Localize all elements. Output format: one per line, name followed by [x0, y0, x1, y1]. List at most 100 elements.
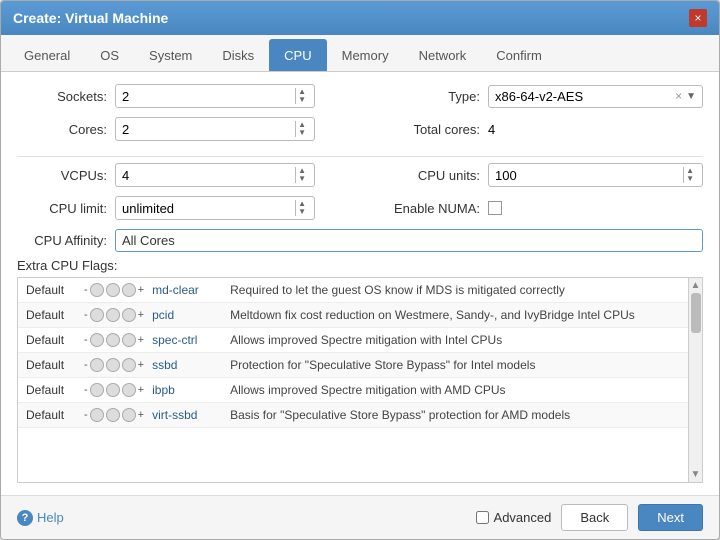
flag-toggle-3[interactable]: - + — [84, 358, 144, 372]
flag-mid-0[interactable] — [106, 283, 120, 297]
tab-network[interactable]: Network — [404, 39, 482, 71]
enable-numa-checkbox[interactable] — [488, 201, 502, 215]
flag-minus-0[interactable]: - — [84, 284, 88, 296]
help-icon: ? — [17, 510, 33, 526]
sockets-down[interactable]: ▼ — [298, 96, 306, 104]
sockets-field[interactable] — [122, 89, 295, 104]
sockets-input[interactable]: ▲ ▼ — [115, 84, 315, 108]
scroll-up-icon[interactable]: ▲ — [691, 280, 701, 291]
tab-cpu[interactable]: CPU — [269, 39, 326, 71]
cpu-units-down[interactable]: ▼ — [686, 175, 694, 183]
vcpus-input[interactable]: ▲ ▼ — [115, 163, 315, 187]
flag-mid-2[interactable] — [106, 333, 120, 347]
cores-label: Cores: — [17, 122, 107, 137]
flag-on-2[interactable] — [122, 333, 136, 347]
cpu-units-input[interactable]: ▲ ▼ — [488, 163, 703, 187]
flag-off-3[interactable] — [90, 358, 104, 372]
cpu-limit-spinner[interactable]: ▲ ▼ — [295, 200, 308, 216]
type-dropdown-icon[interactable]: ▼ — [686, 91, 696, 102]
flag-toggle-2[interactable]: - + — [84, 333, 144, 347]
flag-plus-5[interactable]: + — [138, 409, 144, 421]
table-row: Default - + spec-ctrl Allows improved Sp… — [18, 328, 688, 353]
table-row: Default - + md-clear Required to let the… — [18, 278, 688, 303]
create-vm-dialog: Create: Virtual Machine × General OS Sys… — [0, 0, 720, 540]
tab-disks[interactable]: Disks — [207, 39, 269, 71]
flag-toggle-5[interactable]: - + — [84, 408, 144, 422]
flag-desc-0: Required to let the guest OS know if MDS… — [230, 283, 680, 297]
flag-minus-2[interactable]: - — [84, 334, 88, 346]
total-cores-label: Total cores: — [370, 122, 480, 137]
flag-minus-5[interactable]: - — [84, 409, 88, 421]
cores-field[interactable] — [122, 122, 295, 137]
type-label: Type: — [370, 89, 480, 104]
flag-off-4[interactable] — [90, 383, 104, 397]
flag-off-5[interactable] — [90, 408, 104, 422]
vcpus-spinner[interactable]: ▲ ▼ — [295, 167, 308, 183]
sockets-spinner[interactable]: ▲ ▼ — [295, 88, 308, 104]
scroll-down-icon[interactable]: ▼ — [691, 469, 701, 480]
tab-system[interactable]: System — [134, 39, 207, 71]
advanced-label[interactable]: Advanced — [476, 510, 552, 525]
table-row: Default - + ssbd Protection for "Specula… — [18, 353, 688, 378]
flag-default-5: Default — [26, 408, 76, 422]
cores-input[interactable]: ▲ ▼ — [115, 117, 315, 141]
flag-toggle-1[interactable]: - + — [84, 308, 144, 322]
flag-minus-4[interactable]: - — [84, 384, 88, 396]
flag-mid-3[interactable] — [106, 358, 120, 372]
flag-on-0[interactable] — [122, 283, 136, 297]
flag-off-1[interactable] — [90, 308, 104, 322]
title-bar: Create: Virtual Machine × — [1, 1, 719, 35]
tab-os[interactable]: OS — [85, 39, 134, 71]
table-row: Default - + virt-ssbd Basis for "Specula… — [18, 403, 688, 428]
flag-mid-4[interactable] — [106, 383, 120, 397]
flag-on-4[interactable] — [122, 383, 136, 397]
vcpus-down[interactable]: ▼ — [298, 175, 306, 183]
cpu-affinity-label: CPU Affinity: — [17, 233, 107, 248]
cpu-limit-down[interactable]: ▼ — [298, 208, 306, 216]
flag-plus-0[interactable]: + — [138, 284, 144, 296]
flag-mid-1[interactable] — [106, 308, 120, 322]
cpu-limit-input[interactable]: ▲ ▼ — [115, 196, 315, 220]
flag-mid-5[interactable] — [106, 408, 120, 422]
help-button[interactable]: ? Help — [17, 510, 64, 526]
cpu-units-field[interactable] — [495, 168, 683, 183]
flag-off-2[interactable] — [90, 333, 104, 347]
flag-name-5: virt-ssbd — [152, 408, 222, 422]
flag-plus-4[interactable]: + — [138, 384, 144, 396]
flag-plus-1[interactable]: + — [138, 309, 144, 321]
advanced-checkbox[interactable] — [476, 511, 489, 524]
tab-confirm[interactable]: Confirm — [481, 39, 557, 71]
close-button[interactable]: × — [689, 9, 707, 27]
enable-numa-label: Enable NUMA: — [370, 201, 480, 216]
table-row: Default - + ibpb Allows improved Spectre… — [18, 378, 688, 403]
flag-toggle-0[interactable]: - + — [84, 283, 144, 297]
flag-minus-1[interactable]: - — [84, 309, 88, 321]
type-select[interactable]: x86-64-v2-AES × ▼ — [488, 85, 703, 108]
scroll-thumb[interactable] — [691, 293, 701, 333]
flag-toggle-4[interactable]: - + — [84, 383, 144, 397]
flag-plus-2[interactable]: + — [138, 334, 144, 346]
scrollbar[interactable]: ▲ ▼ — [688, 278, 702, 482]
flag-minus-3[interactable]: - — [84, 359, 88, 371]
flag-desc-2: Allows improved Spectre mitigation with … — [230, 333, 680, 347]
vcpus-field[interactable] — [122, 168, 295, 183]
cpu-affinity-input[interactable] — [115, 229, 703, 252]
flag-off-0[interactable] — [90, 283, 104, 297]
flag-on-3[interactable] — [122, 358, 136, 372]
next-button[interactable]: Next — [638, 504, 703, 531]
flag-on-1[interactable] — [122, 308, 136, 322]
tab-general[interactable]: General — [9, 39, 85, 71]
tab-memory[interactable]: Memory — [327, 39, 404, 71]
cores-down[interactable]: ▼ — [298, 129, 306, 137]
flag-on-5[interactable] — [122, 408, 136, 422]
cpu-limit-field[interactable] — [122, 201, 295, 216]
cores-spinner[interactable]: ▲ ▼ — [295, 121, 308, 137]
flag-default-2: Default — [26, 333, 76, 347]
flags-list: Default - + md-clear Required to let the… — [18, 278, 688, 482]
vcpus-label: VCPUs: — [17, 168, 107, 183]
type-clear-icon[interactable]: × — [675, 89, 682, 103]
flag-name-0: md-clear — [152, 283, 222, 297]
flag-plus-3[interactable]: + — [138, 359, 144, 371]
back-button[interactable]: Back — [561, 504, 628, 531]
cpu-units-spinner[interactable]: ▲ ▼ — [683, 167, 696, 183]
